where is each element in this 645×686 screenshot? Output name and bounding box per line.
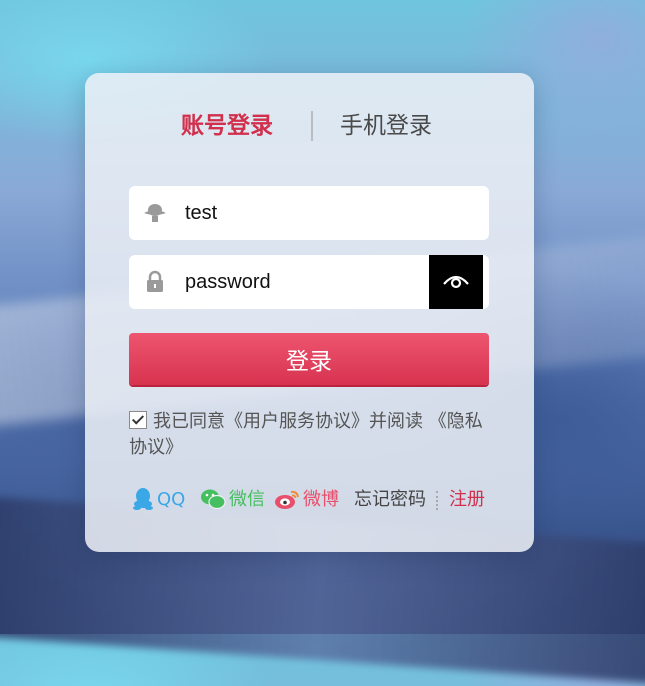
toggle-password-visibility-button[interactable] — [429, 255, 483, 309]
tab-account-login[interactable]: 账号登录 — [181, 109, 273, 143]
username-field — [129, 186, 489, 240]
qq-label: QQ — [157, 489, 186, 510]
username-input[interactable] — [185, 186, 425, 240]
login-tabs: 账号登录 手机登录 — [85, 109, 534, 143]
wechat-login-link[interactable]: 微信 — [200, 486, 265, 514]
forgot-password-link[interactable]: 忘记密码 — [354, 486, 426, 514]
tab-phone-login[interactable]: 手机登录 — [340, 109, 432, 143]
weibo-icon — [275, 490, 299, 509]
qq-login-link[interactable]: QQ — [132, 486, 185, 514]
weibo-login-link[interactable]: 微博 — [274, 486, 339, 514]
login-button[interactable]: 登录 — [129, 333, 489, 385]
wechat-label: 微信 — [229, 489, 265, 510]
agreement-row: 我已同意《用户服务协议》并阅读 《隐私协议》 — [129, 409, 499, 461]
footer-links: QQ 微信 微博 忘记密码 注册 — [132, 486, 512, 514]
login-card: 账号登录 手机登录 登录 — [85, 73, 534, 552]
footer-separator — [436, 491, 438, 510]
tab-divider — [311, 111, 313, 141]
weibo-label: 微博 — [303, 489, 339, 510]
qq-icon — [133, 488, 153, 510]
user-icon — [143, 201, 167, 225]
wechat-icon — [201, 489, 226, 510]
password-field — [129, 255, 489, 309]
register-link[interactable]: 注册 — [449, 486, 485, 514]
agreement-text[interactable]: 我已同意《用户服务协议》并阅读 《隐私协议》 — [129, 411, 483, 458]
agreement-checkbox[interactable] — [129, 411, 147, 429]
password-input[interactable] — [185, 255, 425, 309]
lock-icon — [143, 270, 167, 294]
eye-icon — [443, 275, 469, 289]
